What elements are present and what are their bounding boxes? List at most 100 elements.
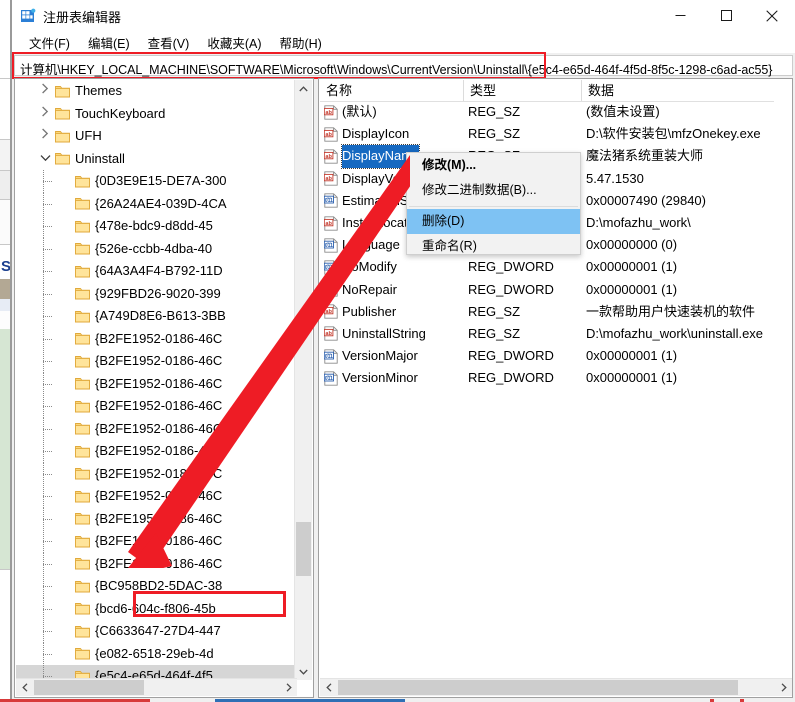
tree-scroll-down-icon[interactable] xyxy=(295,663,312,680)
tree-item[interactable]: {e082-6518-29eb-4d xyxy=(16,643,297,666)
tree-item[interactable]: {B2FE1952-0186-46C xyxy=(16,530,297,553)
tree-item-label: {B2FE1952-0186-46C xyxy=(95,508,222,531)
values-scroll-left-icon[interactable] xyxy=(320,679,337,696)
tree-hscroll-thumb[interactable] xyxy=(34,680,144,695)
tree-vertical-scrollbar[interactable] xyxy=(294,80,312,680)
context-menu-item-rename[interactable]: 重命名(R) xyxy=(407,234,580,259)
tree-item-label: {B2FE1952-0186-46C xyxy=(95,485,222,508)
tree-item[interactable]: {B2FE1952-0186-46C xyxy=(16,463,297,486)
tree-item-label: {B2FE1952-0186-46C xyxy=(95,350,222,373)
tree-item[interactable]: {B2FE1952-0186-46C xyxy=(16,328,297,351)
values-list-header: 名称 类型 数据 xyxy=(320,80,774,102)
tree-item[interactable]: {26A24AE4-039D-4CA xyxy=(16,193,297,216)
minimize-button[interactable] xyxy=(657,0,703,31)
tree-item[interactable]: {B2FE1952-0186-46C xyxy=(16,440,297,463)
svg-text:110: 110 xyxy=(327,263,332,267)
value-row[interactable]: abDisplayIconREG_SZD:\软件安装包\mfzOnekey.ex… xyxy=(320,123,775,145)
value-row[interactable]: 011110NoRepairREG_DWORD0x00000001 (1) xyxy=(320,279,775,301)
value-type: REG_DWORD xyxy=(468,367,554,389)
tree-item[interactable]: {B2FE1952-0186-46C xyxy=(16,395,297,418)
tree-item[interactable]: {B2FE1952-0186-46C xyxy=(16,508,297,531)
menu-favorites[interactable]: 收藏夹(A) xyxy=(198,31,270,54)
tree-item[interactable]: {929FBD26-9020-399 xyxy=(16,283,297,306)
folder-icon xyxy=(74,400,91,414)
address-bar[interactable]: 计算机\HKEY_LOCAL_MACHINE\SOFTWARE\Microsof… xyxy=(14,55,793,76)
tree-item-label: {B2FE1952-0186-46C xyxy=(95,530,222,553)
string-value-icon: ab xyxy=(324,127,338,142)
folder-icon xyxy=(74,175,91,189)
dword-value-icon: 011110 xyxy=(324,193,338,208)
chevron-right-icon[interactable] xyxy=(36,103,54,126)
context-menu-item-modify[interactable]: 修改(M)... xyxy=(407,153,580,178)
folder-icon xyxy=(74,557,91,571)
close-button[interactable] xyxy=(749,0,795,31)
menu-edit[interactable]: 编辑(E) xyxy=(79,31,139,54)
tree-item[interactable]: {B2FE1952-0186-46C xyxy=(16,485,297,508)
column-header-type[interactable]: 类型 xyxy=(464,80,582,101)
value-row[interactable]: 011110NoModifyREG_DWORD0x00000001 (1) xyxy=(320,256,775,278)
tree-item[interactable]: {B2FE1952-0186-46C xyxy=(16,553,297,576)
tree-scroll-thumb[interactable] xyxy=(296,522,311,576)
column-header-data[interactable]: 数据 xyxy=(582,80,776,101)
value-name: Publisher xyxy=(342,301,396,323)
tree-item[interactable]: {526e-ccbb-4dba-40 xyxy=(16,238,297,261)
value-row[interactable]: abUninstallStringREG_SZD:\mofazhu_work\u… xyxy=(320,323,775,345)
chevron-right-icon[interactable] xyxy=(36,125,54,148)
background-window-sliver: S xyxy=(0,0,11,702)
tree-item[interactable]: {B2FE1952-0186-46C xyxy=(16,418,297,441)
value-data: 0x00000001 (1) xyxy=(586,256,677,278)
values-horizontal-scrollbar[interactable] xyxy=(320,678,792,696)
column-header-name[interactable]: 名称 xyxy=(320,80,464,101)
tree-guide-elbow xyxy=(43,406,52,407)
tree-item[interactable]: {BC958BD2-5DAC-38 xyxy=(16,575,297,598)
value-data: D:\mofazhu_work\uninstall.exe xyxy=(586,323,763,345)
tree-scroll-up-icon[interactable] xyxy=(295,80,312,97)
tree-item[interactable]: {A749D8E6-B613-3BB xyxy=(16,305,297,328)
chevron-right-icon[interactable] xyxy=(36,80,54,103)
tree-guide-elbow xyxy=(43,586,52,587)
maximize-button[interactable] xyxy=(703,0,749,31)
folder-icon xyxy=(74,535,91,549)
tree-item[interactable]: {64A3A4F4-B792-11D xyxy=(16,260,297,283)
tree-guide-elbow xyxy=(43,474,52,475)
registry-tree-pane: ThemesTouchKeyboardUFHUninstall{0D3E9E15… xyxy=(14,78,314,698)
tree-item[interactable]: {478e-bdc9-d8dd-45 xyxy=(16,215,297,238)
tree-item[interactable]: Themes xyxy=(16,80,297,103)
context-menu-item-delete[interactable]: 删除(D) xyxy=(407,209,580,234)
menu-help[interactable]: 帮助(H) xyxy=(270,31,330,54)
folder-icon xyxy=(54,107,71,121)
value-type: REG_SZ xyxy=(468,101,520,123)
tree-scroll-left-icon[interactable] xyxy=(16,679,33,696)
context-menu[interactable]: 修改(M)... 修改二进制数据(B)... 删除(D) 重命名(R) xyxy=(406,152,581,255)
svg-text:110: 110 xyxy=(327,196,332,200)
values-vertical-scrollbar[interactable] xyxy=(774,80,791,680)
tree-item[interactable]: {B2FE1952-0186-46C xyxy=(16,350,297,373)
tree-guide-elbow xyxy=(43,564,52,565)
folder-icon xyxy=(74,197,91,211)
tree-item[interactable]: {0D3E9E15-DE7A-300 xyxy=(16,170,297,193)
tree-item[interactable]: TouchKeyboard xyxy=(16,103,297,126)
tree-item[interactable]: UFH xyxy=(16,125,297,148)
values-scroll-right-icon[interactable] xyxy=(775,679,792,696)
registry-tree[interactable]: ThemesTouchKeyboardUFHUninstall{0D3E9E15… xyxy=(16,80,297,680)
folder-icon xyxy=(74,242,91,256)
tree-guide-elbow xyxy=(43,271,52,272)
context-menu-item-modify-binary[interactable]: 修改二进制数据(B)... xyxy=(407,178,580,203)
tree-item[interactable]: Uninstall xyxy=(16,148,297,171)
chevron-down-icon[interactable] xyxy=(36,148,54,171)
tree-item-label: {526e-ccbb-4dba-40 xyxy=(95,238,212,261)
value-row[interactable]: abPublisherREG_SZ一款帮助用户快速装机的软件 xyxy=(320,301,775,323)
tree-item[interactable]: {C6633647-27D4-447 xyxy=(16,620,297,643)
values-hscroll-thumb[interactable] xyxy=(338,680,738,695)
tree-item[interactable]: {bcd6-604c-f806-45b xyxy=(16,598,297,621)
menu-view[interactable]: 查看(V) xyxy=(139,31,199,54)
tree-item[interactable]: {B2FE1952-0186-46C xyxy=(16,373,297,396)
tree-item-label: {BC958BD2-5DAC-38 xyxy=(95,575,222,598)
tree-horizontal-scrollbar[interactable] xyxy=(16,678,297,696)
value-row[interactable]: 011110VersionMajorREG_DWORD0x00000001 (1… xyxy=(320,345,775,367)
value-row[interactable]: 011110VersionMinorREG_DWORD0x00000001 (1… xyxy=(320,367,775,389)
value-name-cell: abDisplayName xyxy=(320,145,419,167)
tree-scroll-right-icon[interactable] xyxy=(280,679,297,696)
value-row[interactable]: ab(默认)REG_SZ(数值未设置) xyxy=(320,101,775,123)
menu-file[interactable]: 文件(F) xyxy=(20,31,79,54)
